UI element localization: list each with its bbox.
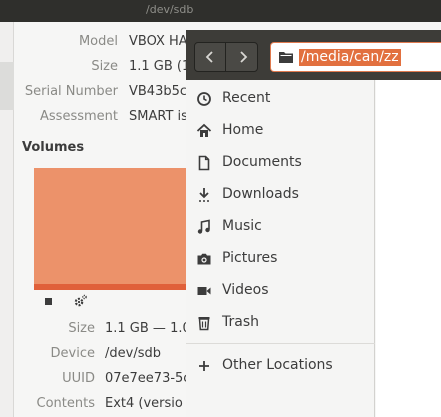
sidebar-item-recent[interactable]: Recent: [186, 83, 375, 115]
sidebar-divider: [186, 343, 375, 344]
sidebar-item-label: Documents: [222, 154, 302, 170]
size-label: Size: [91, 59, 118, 74]
serial-number-label: Serial Number: [24, 84, 118, 99]
sidebar-item-downloads[interactable]: Downloads: [186, 179, 375, 211]
forward-button[interactable]: [227, 43, 258, 71]
chevron-right-icon: [239, 51, 247, 63]
video-icon: [197, 287, 211, 295]
volume-uuid-label: UUID: [62, 371, 95, 386]
sidebar-item-pictures[interactable]: Pictures: [186, 243, 375, 275]
sidebar-item-trash[interactable]: Trash: [186, 307, 375, 339]
music-icon: [197, 219, 210, 234]
sidebar-item-label: Home: [222, 122, 264, 138]
chevron-left-icon: [205, 51, 213, 63]
sidebar-item-label: Trash: [222, 314, 259, 330]
serial-number-value: VB43b5c: [129, 84, 188, 99]
assessment-value: SMART is: [129, 109, 188, 124]
volume-contents-value: Ext4 (versio: [105, 396, 183, 411]
sidebar-item-home[interactable]: Home: [186, 115, 375, 147]
volume-size-label: Size: [68, 321, 95, 336]
plus-icon: [199, 361, 209, 371]
file-chooser-popover: /media/can/zz Recent Home Documents Down…: [186, 30, 441, 417]
trash-icon: [198, 317, 210, 331]
size-value: 1.1 GB (1: [129, 59, 191, 74]
sidebar-item-videos[interactable]: Videos: [186, 275, 375, 307]
unmount-stop-icon[interactable]: [45, 298, 52, 305]
download-icon: [199, 188, 209, 202]
sidebar-item-label: Other Locations: [222, 357, 333, 373]
file-chooser-header: /media/can/zz: [186, 30, 441, 80]
file-list-area[interactable]: [376, 80, 441, 417]
home-icon: [196, 123, 212, 137]
sidebar-item-other-locations[interactable]: Other Locations: [186, 350, 375, 382]
sidebar-item-label: Pictures: [222, 250, 278, 266]
location-path[interactable]: /media/can/zz: [299, 49, 401, 66]
window-titlebar: /dev/sdb: [0, 0, 441, 22]
sidebar-item-label: Recent: [222, 90, 271, 106]
sidebar-item-label: Videos: [222, 282, 269, 298]
window-subtitle: /dev/sdb: [146, 3, 194, 16]
sidebar-item-label: Downloads: [222, 186, 299, 202]
recent-icon: [197, 92, 211, 106]
volume-device-label: Device: [50, 346, 95, 361]
back-button[interactable]: [195, 43, 226, 71]
document-icon: [198, 155, 210, 171]
places-sidebar: Recent Home Documents Downloads Music Pi…: [186, 80, 375, 417]
sidebar-item-documents[interactable]: Documents: [186, 147, 375, 179]
gear-icon[interactable]: [72, 293, 88, 309]
sidebar-item-music[interactable]: Music: [186, 211, 375, 243]
volume-size-value: 1.1 GB — 1.0: [105, 321, 191, 336]
folder-icon: [279, 52, 293, 63]
model-label: Model: [78, 34, 118, 49]
camera-icon: [197, 253, 211, 265]
volume-uuid-value: 07e7ee73-5c: [105, 371, 191, 386]
sidebar-item-label: Music: [222, 218, 262, 234]
disk-list-selected-item[interactable]: [0, 62, 14, 110]
assessment-label: Assessment: [40, 109, 118, 124]
partition-usage-bar: [34, 284, 196, 290]
volume-device-value: /dev/sdb: [105, 346, 161, 361]
volumes-heading: Volumes: [22, 140, 85, 155]
partition-block[interactable]: [34, 168, 196, 290]
history-nav: [194, 42, 258, 72]
volume-contents-label: Contents: [36, 396, 95, 411]
location-bar[interactable]: /media/can/zz: [270, 42, 441, 72]
